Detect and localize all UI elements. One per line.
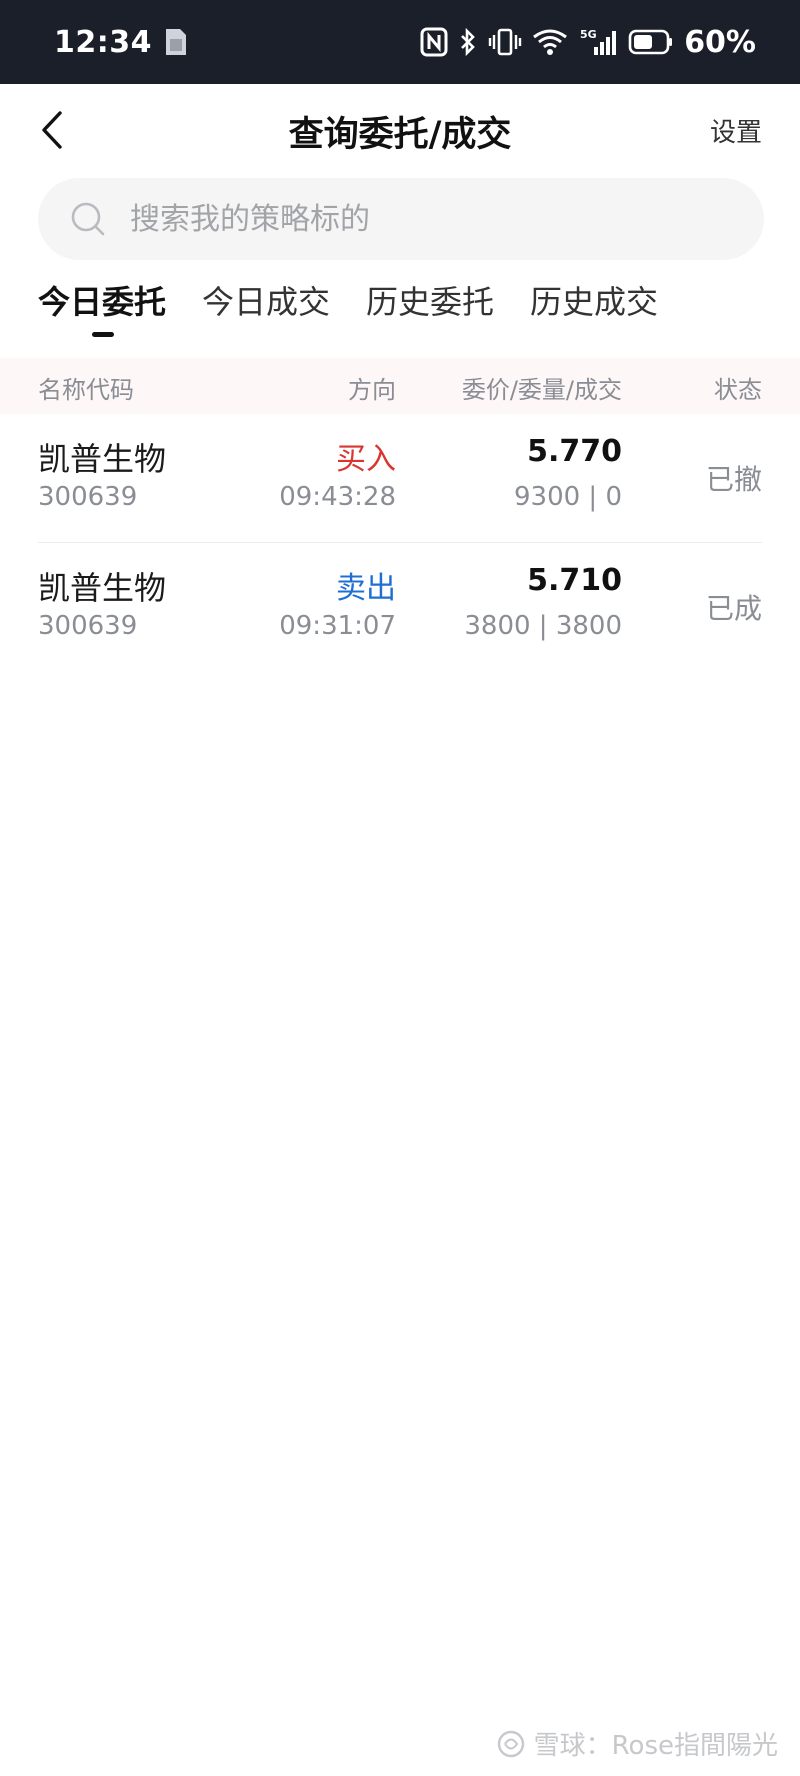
order-direction: 卖出 bbox=[336, 571, 396, 606]
watermark-text: 雪球：Rose指間陽光 bbox=[533, 1731, 778, 1761]
stock-code: 300639 bbox=[38, 482, 138, 512]
nfc-icon bbox=[420, 25, 448, 59]
tab-label: 今日成交 bbox=[202, 283, 331, 321]
column-header-price-qty: 委价/委量/成交 bbox=[461, 376, 622, 404]
tab-label: 历史委托 bbox=[366, 283, 495, 321]
tab-history-trades[interactable]: 历史成交 bbox=[530, 282, 658, 342]
battery-icon bbox=[628, 25, 674, 59]
column-header-name: 名称代码 bbox=[38, 376, 134, 404]
active-tab-indicator bbox=[92, 332, 114, 337]
table-row[interactable]: 凯普生物 300639 买入 09:43:28 5.770 9300 | 0 已… bbox=[0, 414, 800, 542]
settings-button[interactable]: 设置 bbox=[710, 112, 762, 149]
tab-history-orders[interactable]: 历史委托 bbox=[366, 282, 494, 342]
battery-percent: 60% bbox=[684, 24, 756, 60]
order-time: 09:31:07 bbox=[279, 611, 396, 641]
order-quantity: 9300 | 0 bbox=[514, 482, 622, 512]
tab-label: 今日委托 bbox=[38, 283, 167, 321]
order-quantity: 3800 | 3800 bbox=[464, 611, 622, 641]
cellular-signal-icon: 5G bbox=[580, 25, 618, 59]
tab-label: 历史成交 bbox=[530, 283, 659, 321]
order-status: 已撤 bbox=[705, 463, 762, 496]
bluetooth-icon bbox=[458, 25, 478, 59]
status-left: 12:34 bbox=[54, 25, 188, 60]
order-direction: 买入 bbox=[336, 442, 396, 477]
tab-today-orders[interactable]: 今日委托 bbox=[38, 282, 166, 342]
vibrate-icon bbox=[488, 25, 522, 59]
stock-code: 300639 bbox=[38, 611, 138, 641]
watermark: 雪球：Rose指間陽光 bbox=[496, 1725, 778, 1762]
order-query-screen: 12:34 5G 60% 查询委托/成交 设置 搜索我的策略标的 今日委托 今日… bbox=[0, 0, 800, 1776]
order-price: 5.710 bbox=[527, 563, 622, 598]
wifi-icon bbox=[532, 25, 570, 59]
tab-today-trades[interactable]: 今日成交 bbox=[202, 282, 330, 342]
column-header-direction: 方向 bbox=[348, 376, 396, 404]
status-bar: 12:34 5G 60% bbox=[0, 0, 800, 84]
svg-text:5G: 5G bbox=[580, 28, 597, 41]
order-tabs: 今日委托 今日成交 历史委托 历史成交 bbox=[38, 282, 658, 342]
table-row[interactable]: 凯普生物 300639 卖出 09:31:07 5.710 3800 | 380… bbox=[0, 543, 800, 671]
page-title: 查询委托/成交 bbox=[288, 115, 512, 155]
order-time: 09:43:28 bbox=[279, 482, 396, 512]
table-header: 名称代码 方向 委价/委量/成交 状态 bbox=[0, 358, 800, 414]
stock-name: 凯普生物 bbox=[38, 440, 167, 478]
search-input[interactable] bbox=[130, 201, 690, 237]
stock-name: 凯普生物 bbox=[38, 569, 167, 607]
column-header-status: 状态 bbox=[714, 376, 762, 404]
status-time: 12:34 bbox=[54, 24, 152, 60]
sim-card-icon bbox=[162, 27, 188, 57]
app-header: 查询委托/成交 设置 bbox=[0, 84, 800, 176]
snowball-logo-icon bbox=[497, 1730, 524, 1757]
search-bar[interactable] bbox=[38, 178, 764, 260]
search-icon bbox=[71, 202, 105, 236]
order-status: 已成 bbox=[705, 592, 762, 625]
order-price: 5.770 bbox=[527, 434, 622, 469]
status-right: 5G 60% bbox=[420, 25, 756, 60]
